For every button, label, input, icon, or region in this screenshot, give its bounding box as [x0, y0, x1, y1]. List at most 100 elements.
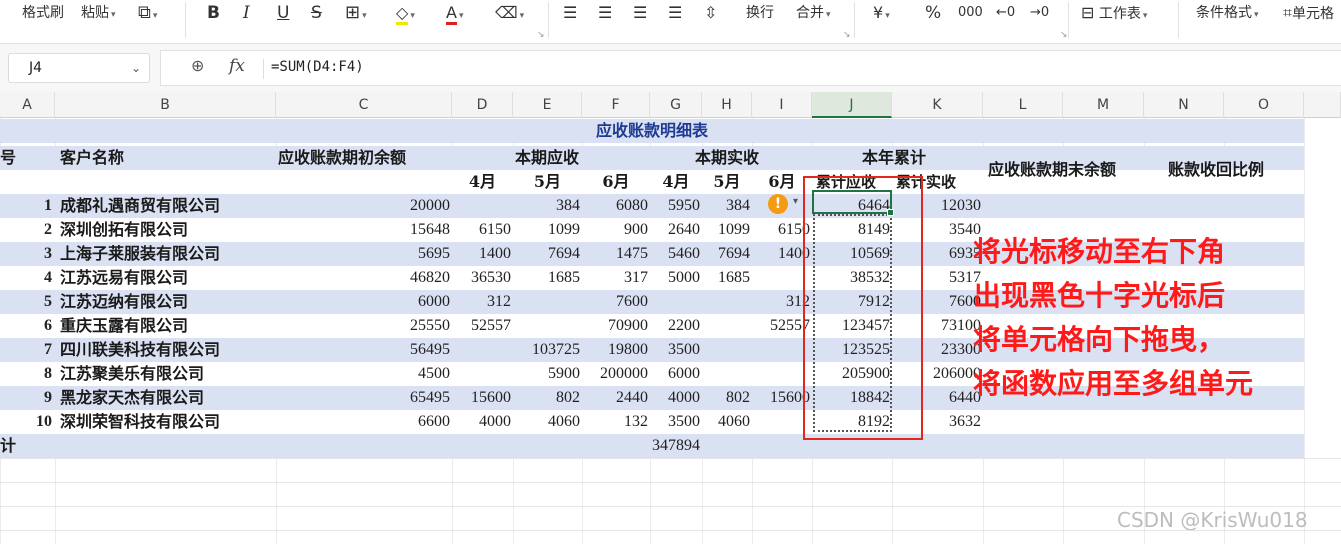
- distribute-icon[interactable]: ⇳: [704, 0, 717, 26]
- italic-button[interactable]: I: [243, 0, 250, 26]
- cell-d[interactable]: [452, 194, 511, 218]
- month-header[interactable]: 5月: [513, 170, 582, 194]
- cell-f[interactable]: 200000: [582, 362, 648, 386]
- border-icon[interactable]: ⊞ ▾: [345, 0, 367, 26]
- column-header-j[interactable]: J: [812, 92, 892, 118]
- cell-i[interactable]: [752, 266, 810, 290]
- column-header-h[interactable]: H: [702, 92, 752, 118]
- cell-d[interactable]: 1400: [452, 242, 511, 266]
- cell-f[interactable]: 900: [582, 218, 648, 242]
- cell-d[interactable]: 6150: [452, 218, 511, 242]
- formula-input[interactable]: =SUM(D4:F4): [271, 59, 364, 75]
- cell-h[interactable]: 4060: [702, 410, 750, 434]
- customer-name-cell[interactable]: 上海子莱服装有限公司: [60, 242, 274, 266]
- cell-i[interactable]: 15600: [752, 386, 810, 410]
- customer-name-cell[interactable]: 深圳创拓有限公司: [60, 218, 274, 242]
- cell-f[interactable]: 2440: [582, 386, 648, 410]
- align-center-icon[interactable]: ☰: [598, 0, 612, 26]
- customer-name-cell[interactable]: 重庆玉露有限公司: [60, 314, 274, 338]
- cell-h[interactable]: [702, 362, 750, 386]
- cell-i[interactable]: 312: [752, 290, 810, 314]
- wrap-text-button[interactable]: 换行: [746, 0, 774, 26]
- error-warning-icon[interactable]: !: [768, 194, 788, 214]
- paste-button[interactable]: 粘贴 ▾: [81, 0, 116, 26]
- row-number[interactable]: 4: [0, 266, 52, 290]
- cell-c[interactable]: 56495: [276, 338, 450, 362]
- cell-e[interactable]: 7694: [513, 242, 580, 266]
- justify-icon[interactable]: ☰: [668, 0, 682, 26]
- percent-button[interactable]: %: [925, 0, 941, 26]
- cell-c[interactable]: 20000: [276, 194, 450, 218]
- customer-name-cell[interactable]: 江苏远易有限公司: [60, 266, 274, 290]
- cell-g[interactable]: 5950: [650, 194, 700, 218]
- cell-h[interactable]: 1099: [702, 218, 750, 242]
- header-current-receivable[interactable]: 本期应收: [515, 146, 635, 170]
- cell-c[interactable]: 6600: [276, 410, 450, 434]
- header-seq[interactable]: 号: [0, 146, 30, 170]
- header-customer[interactable]: 客户名称: [60, 146, 270, 170]
- row-number[interactable]: 7: [0, 338, 52, 362]
- cell-c[interactable]: 25550: [276, 314, 450, 338]
- dialog-launcher-icon[interactable]: ↘: [1060, 30, 1068, 40]
- cell-f[interactable]: 317: [582, 266, 648, 290]
- cell-g[interactable]: 5460: [650, 242, 700, 266]
- zoom-icon[interactable]: ⊕: [191, 56, 204, 75]
- cell-e[interactable]: 1685: [513, 266, 580, 290]
- cell-e[interactable]: 384: [513, 194, 580, 218]
- cell-d[interactable]: 36530: [452, 266, 511, 290]
- cell-f[interactable]: 19800: [582, 338, 648, 362]
- row-number[interactable]: 8: [0, 362, 52, 386]
- increase-decimal-icon[interactable]: ←0: [996, 0, 1015, 26]
- copy-icon[interactable]: ⧉ ▾: [138, 0, 157, 26]
- customer-name-cell[interactable]: 深圳荣智科技有限公司: [60, 410, 274, 434]
- header-ytd[interactable]: 本年累计: [862, 146, 982, 170]
- cell-i[interactable]: 52557: [752, 314, 810, 338]
- row-number[interactable]: 5: [0, 290, 52, 314]
- cell-d[interactable]: 312: [452, 290, 511, 314]
- row-number[interactable]: 9: [0, 386, 52, 410]
- column-header-l[interactable]: L: [983, 92, 1063, 118]
- total-value[interactable]: 347894: [650, 434, 708, 458]
- bold-button[interactable]: B: [207, 0, 220, 26]
- column-header-d[interactable]: D: [452, 92, 513, 118]
- cell-g[interactable]: 6000: [650, 362, 700, 386]
- cell-i[interactable]: [752, 410, 810, 434]
- eraser-icon[interactable]: ⌫ ▾: [495, 0, 524, 26]
- cell-h[interactable]: [702, 338, 750, 362]
- customer-name-cell[interactable]: 成都礼遇商贸有限公司: [60, 194, 274, 218]
- cell-g[interactable]: 4000: [650, 386, 700, 410]
- customer-name-cell[interactable]: 江苏聚美乐有限公司: [60, 362, 274, 386]
- header-current-received[interactable]: 本期实收: [695, 146, 815, 170]
- chevron-down-icon[interactable]: ⌄: [131, 54, 141, 82]
- column-header-e[interactable]: E: [513, 92, 582, 118]
- column-header-g[interactable]: G: [650, 92, 702, 118]
- row-number[interactable]: 2: [0, 218, 52, 242]
- cell-f[interactable]: 132: [582, 410, 648, 434]
- cell-f[interactable]: 7600: [582, 290, 648, 314]
- cell-c[interactable]: 6000: [276, 290, 450, 314]
- customer-name-cell[interactable]: 四川联美科技有限公司: [60, 338, 274, 362]
- cell-d[interactable]: [452, 338, 511, 362]
- cell-f[interactable]: 6080: [582, 194, 648, 218]
- worksheet-button[interactable]: ⊟ 工作表 ▾: [1081, 0, 1147, 26]
- conditional-format-button[interactable]: 条件格式 ▾: [1196, 0, 1259, 26]
- cell-g[interactable]: 5000: [650, 266, 700, 290]
- column-header-c[interactable]: C: [276, 92, 452, 118]
- dialog-launcher-icon[interactable]: ↘: [843, 30, 851, 40]
- insert-function-icon[interactable]: fx: [229, 56, 245, 76]
- header-opening-balance[interactable]: 应收账款期初余额: [278, 146, 448, 170]
- column-header-f[interactable]: F: [582, 92, 650, 118]
- spreadsheet-grid[interactable]: ABCDEFGHIJKLMNO 应收账款明细表 号 客户名称 应收账款期初余额 …: [0, 92, 1341, 544]
- cell-d[interactable]: 4000: [452, 410, 511, 434]
- row-number[interactable]: 3: [0, 242, 52, 266]
- month-header[interactable]: 4月: [650, 170, 702, 194]
- column-header-next[interactable]: [1304, 92, 1341, 118]
- cell-button[interactable]: ⌗单元格: [1283, 0, 1334, 26]
- thousands-separator-icon[interactable]: 000: [958, 0, 983, 26]
- month-header[interactable]: 6月: [582, 170, 650, 194]
- cell-c[interactable]: 4500: [276, 362, 450, 386]
- cell-i[interactable]: 6150: [752, 218, 810, 242]
- cell-d[interactable]: 52557: [452, 314, 511, 338]
- table-title[interactable]: 应收账款明细表: [0, 119, 1304, 143]
- cell-c[interactable]: 15648: [276, 218, 450, 242]
